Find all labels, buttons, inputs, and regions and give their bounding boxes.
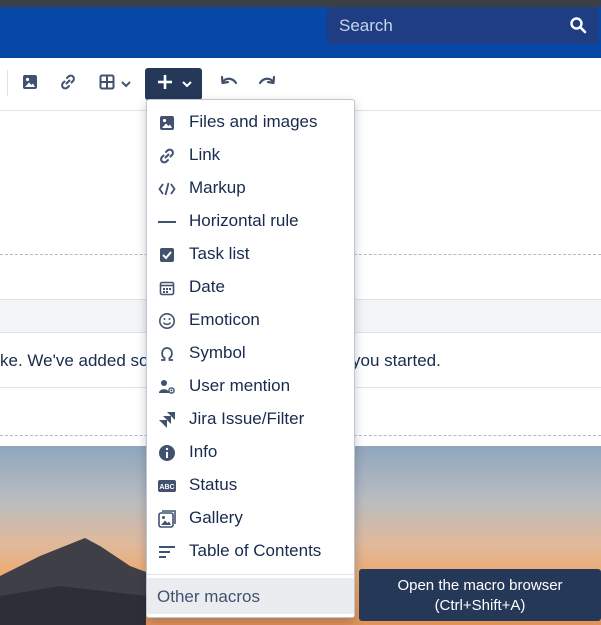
insert-menu: Files and images Link Markup Horizontal … (146, 99, 355, 618)
redo-icon (257, 74, 277, 95)
body-text-fragment: you started. (352, 351, 441, 370)
chevron-down-icon (121, 75, 131, 93)
plus-icon (156, 73, 174, 96)
macro-browser-tooltip: Open the macro browser (Ctrl+Shift+A) (359, 569, 601, 621)
link-icon (157, 146, 177, 166)
tooltip-text: Open the macro browser (397, 577, 563, 594)
menu-item-label: Status (189, 475, 238, 494)
menu-item-jira-issue-filter[interactable]: Jira Issue/Filter (147, 403, 354, 436)
menu-item-horizontal-rule[interactable]: Horizontal rule (147, 205, 354, 238)
image-icon (22, 74, 38, 95)
toolbar-divider (7, 70, 8, 96)
table-icon (99, 74, 115, 95)
menu-item-task-list[interactable]: Task list (147, 238, 354, 271)
omega-icon (157, 344, 177, 364)
menu-item-label: Markup (189, 178, 246, 197)
redo-button[interactable] (255, 68, 279, 100)
insert-table-button[interactable] (94, 68, 136, 100)
menu-item-markup[interactable]: Markup (147, 172, 354, 205)
menu-item-label: Files and images (189, 112, 318, 131)
gallery-icon (157, 509, 177, 529)
menu-item-label: Link (189, 145, 221, 164)
link-icon (59, 73, 77, 96)
user-mention-icon (157, 377, 177, 397)
menu-item-label: Gallery (189, 508, 243, 527)
menu-item-status[interactable]: ABC Status (147, 469, 354, 502)
menu-item-link[interactable]: Link (147, 139, 354, 172)
checkbox-icon (157, 245, 177, 265)
menu-item-gallery[interactable]: Gallery (147, 502, 354, 535)
tooltip-shortcut: (Ctrl+Shift+A) (434, 597, 526, 614)
chevron-down-icon (181, 75, 192, 93)
jira-icon (157, 410, 177, 430)
menu-item-label: Table of Contents (189, 541, 322, 560)
menu-item-table-of-contents[interactable]: Table of Contents (147, 535, 354, 568)
menu-item-label: Other macros (157, 587, 260, 606)
info-icon (157, 443, 177, 463)
menu-item-other-macros[interactable]: Other macros (147, 578, 354, 614)
smiley-icon (157, 311, 177, 331)
menu-item-user-mention[interactable]: User mention (147, 370, 354, 403)
calendar-icon (157, 278, 177, 298)
search-placeholder: Search (339, 16, 393, 35)
body-text-fragment: ke. We've added so (0, 351, 149, 370)
menu-item-date[interactable]: Date (147, 271, 354, 304)
window-top-strip (0, 0, 601, 7)
toc-icon (157, 542, 177, 562)
status-icon: ABC (157, 476, 177, 496)
menu-item-symbol[interactable]: Symbol (147, 337, 354, 370)
menu-item-label: Horizontal rule (189, 211, 299, 230)
menu-item-label: Symbol (189, 343, 246, 362)
horizontal-rule-icon (157, 212, 177, 232)
search-icon[interactable] (569, 16, 587, 39)
menu-item-label: Date (189, 277, 225, 296)
undo-button[interactable] (217, 68, 241, 100)
menu-item-emoticon[interactable]: Emoticon (147, 304, 354, 337)
menu-divider (147, 574, 354, 575)
menu-item-label: User mention (189, 376, 291, 395)
search-input[interactable]: Search (327, 7, 599, 44)
menu-item-label: Emoticon (189, 310, 260, 329)
code-icon (157, 179, 177, 199)
menu-item-label: Info (189, 442, 218, 461)
insert-more-button[interactable] (145, 68, 202, 100)
menu-item-label: Task list (189, 244, 250, 263)
undo-icon (219, 74, 239, 95)
menu-item-label: Jira Issue/Filter (189, 409, 305, 428)
menu-item-info[interactable]: Info (147, 436, 354, 469)
insert-link-button[interactable] (56, 68, 80, 100)
image-icon (157, 113, 177, 133)
menu-item-files-and-images[interactable]: Files and images (147, 106, 354, 139)
insert-image-button[interactable] (18, 68, 42, 100)
svg-text:ABC: ABC (159, 484, 174, 491)
